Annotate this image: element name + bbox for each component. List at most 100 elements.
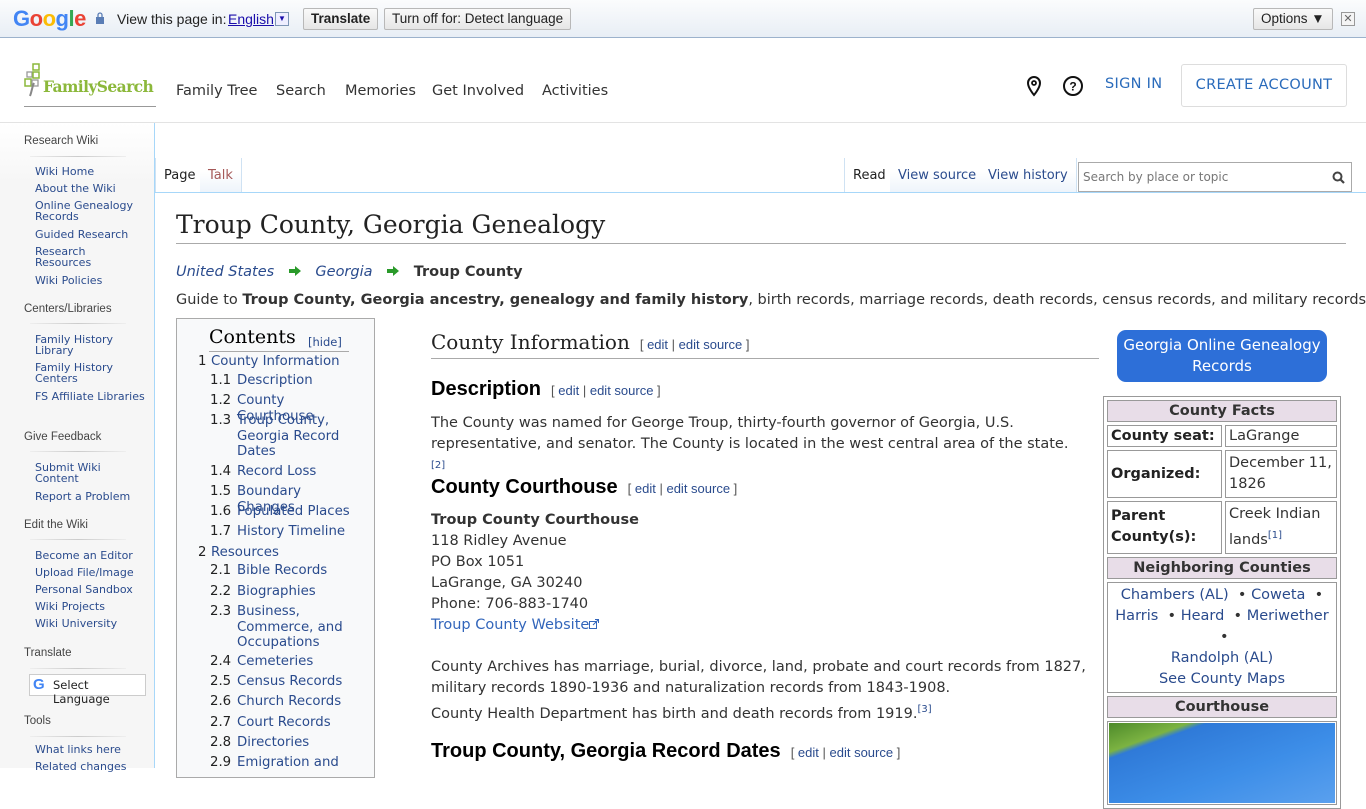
sidebar-item-online-records[interactable]: Online Genealogy Records bbox=[35, 200, 145, 222]
select-language-dropdown[interactable]: G Select Language bbox=[29, 674, 146, 706]
county-website-link[interactable]: Troup County Website bbox=[431, 617, 600, 633]
tab-talk[interactable]: Talk bbox=[200, 158, 242, 192]
courthouse-header: Courthouse bbox=[1107, 695, 1337, 718]
toc-item[interactable]: 1.3 Troup County, Georgia Record Dates bbox=[210, 413, 357, 460]
toc-item[interactable]: 2.2 Biographies bbox=[210, 584, 357, 600]
sidebar-item-become-editor[interactable]: Become an Editor bbox=[35, 550, 145, 561]
reference-link[interactable]: [2] bbox=[431, 460, 445, 471]
neighbor-link[interactable]: Harris bbox=[1115, 608, 1158, 624]
sidebar-item-wiki-policies[interactable]: Wiki Policies bbox=[35, 275, 145, 286]
toc-item[interactable]: 2.3 Business, Commerce, and Occupations bbox=[210, 604, 357, 651]
sidebar-item-upload-file[interactable]: Upload File/Image bbox=[35, 567, 145, 578]
sidebar-item-about-wiki[interactable]: About the Wiki bbox=[35, 183, 145, 194]
tab-view-source[interactable]: View source bbox=[890, 158, 986, 192]
translate-button[interactable]: Translate bbox=[303, 8, 379, 30]
sidebar-item-guided-research[interactable]: Guided Research bbox=[35, 229, 145, 240]
help-icon[interactable]: ? bbox=[1062, 75, 1084, 97]
edit-link[interactable]: edit bbox=[798, 745, 819, 760]
nav-family-tree[interactable]: Family Tree bbox=[176, 83, 257, 99]
edit-source-link[interactable]: edit source bbox=[679, 337, 743, 352]
sidebar-item-report-problem[interactable]: Report a Problem bbox=[35, 491, 145, 502]
toc-item[interactable]: 1 County Information bbox=[198, 354, 361, 370]
options-button[interactable]: Options ▼ bbox=[1253, 8, 1333, 30]
address-line: PO Box 1051 bbox=[431, 554, 525, 570]
sidebar-item-submit-content[interactable]: Submit Wiki Content bbox=[35, 462, 145, 484]
familysearch-logo[interactable]: FamilySearch bbox=[24, 63, 156, 107]
toc-item[interactable]: 1.1 Description bbox=[210, 373, 357, 389]
toc-item[interactable]: 2 Resources bbox=[198, 545, 361, 561]
edit-link[interactable]: edit bbox=[635, 481, 656, 496]
nav-activities[interactable]: Activities bbox=[542, 83, 608, 99]
language-dropdown-icon[interactable]: ▼ bbox=[275, 12, 289, 26]
sign-in-link[interactable]: SIGN IN bbox=[1105, 76, 1162, 92]
sidebar-item-what-links-here[interactable]: What links here bbox=[35, 744, 145, 755]
sidebar-item-affiliate-libraries[interactable]: FS Affiliate Libraries bbox=[35, 391, 145, 402]
tab-read[interactable]: Read bbox=[844, 158, 895, 192]
toc-item[interactable]: 1.6 Populated Places bbox=[210, 504, 357, 520]
intro-text: Guide to Troup County, Georgia ancestry,… bbox=[176, 292, 1366, 308]
sidebar-item-fh-library[interactable]: Family History Library bbox=[35, 334, 145, 356]
toc-item[interactable]: 1.4 Record Loss bbox=[210, 464, 357, 480]
sidebar-item-related-changes[interactable]: Related changes bbox=[35, 761, 145, 772]
turn-off-button[interactable]: Turn off for: Detect language bbox=[384, 8, 572, 30]
breadcrumb-georgia[interactable]: Georgia bbox=[315, 264, 372, 280]
edit-source-link[interactable]: edit source bbox=[590, 383, 654, 398]
toc-number: 1.7 bbox=[210, 524, 232, 539]
edit-link[interactable]: edit bbox=[558, 383, 579, 398]
breadcrumb-united-states[interactable]: United States bbox=[176, 264, 274, 280]
edit-source-link[interactable]: edit source bbox=[666, 481, 730, 496]
toc-item[interactable]: 2.9 Emigration and bbox=[210, 755, 357, 771]
sidebar-item-wiki-projects[interactable]: Wiki Projects bbox=[35, 601, 145, 612]
heading-text: Troup County, Georgia Record Dates bbox=[431, 740, 781, 762]
edit-link[interactable]: edit bbox=[647, 337, 668, 352]
see-county-maps-link[interactable]: See County Maps bbox=[1159, 671, 1285, 687]
divider bbox=[30, 736, 126, 737]
reference-link[interactable]: [1] bbox=[1268, 530, 1282, 541]
sidebar-item-research-resources[interactable]: Research Resources bbox=[35, 246, 145, 268]
parent-county-cell: Creek Indian lands[1] bbox=[1225, 501, 1337, 554]
neighbor-link[interactable]: Heard bbox=[1181, 608, 1225, 624]
toc-item[interactable]: 1.7 History Timeline bbox=[210, 524, 357, 540]
wiki-search-input[interactable]: Search by place or topic bbox=[1078, 162, 1352, 192]
description-text: The County was named for George Troup, t… bbox=[431, 415, 1069, 452]
neighbors-list: Chambers (AL) • Coweta • Harris • Heard … bbox=[1107, 581, 1337, 693]
toc-number: 1 bbox=[198, 354, 207, 369]
toc-number: 1.4 bbox=[210, 464, 232, 479]
neighbor-link[interactable]: Meriwether bbox=[1247, 608, 1329, 624]
sidebar-heading-translate: Translate bbox=[24, 647, 72, 659]
toc-item[interactable]: 2.1 Bible Records bbox=[210, 563, 357, 579]
toc-label: Court Records bbox=[237, 715, 331, 730]
georgia-online-records-button[interactable]: Georgia Online Genealogy Records bbox=[1117, 330, 1327, 382]
neighbor-link[interactable]: Coweta bbox=[1251, 587, 1305, 603]
nav-search[interactable]: Search bbox=[276, 83, 326, 99]
sidebar-item-wiki-university[interactable]: Wiki University bbox=[35, 618, 145, 629]
nav-memories[interactable]: Memories bbox=[345, 83, 416, 99]
language-link[interactable]: English bbox=[228, 11, 274, 27]
edit-source-link[interactable]: edit source bbox=[830, 745, 894, 760]
close-icon[interactable]: ✕ bbox=[1341, 12, 1355, 26]
location-pin-icon[interactable] bbox=[1023, 75, 1045, 97]
breadcrumb-current: Troup County bbox=[413, 264, 523, 280]
toc-label: County Information bbox=[211, 354, 340, 369]
neighbor-link[interactable]: Randolph (AL) bbox=[1171, 650, 1273, 666]
tab-page[interactable]: Page bbox=[155, 158, 205, 192]
sidebar-item-personal-sandbox[interactable]: Personal Sandbox bbox=[35, 584, 145, 595]
sidebar-item-fh-centers[interactable]: Family History Centers bbox=[35, 362, 145, 384]
archives-text: County Archives has marriage, burial, di… bbox=[431, 659, 1086, 675]
nav-get-involved[interactable]: Get Involved bbox=[432, 83, 524, 99]
toc-item[interactable]: 2.5 Census Records bbox=[210, 674, 357, 690]
search-icon[interactable] bbox=[1332, 171, 1345, 184]
toc-item[interactable]: 2.6 Church Records bbox=[210, 694, 357, 710]
courthouse-photo[interactable] bbox=[1109, 722, 1335, 803]
archives-paragraph: County Archives has marriage, burial, di… bbox=[431, 657, 1086, 725]
create-account-button[interactable]: CREATE ACCOUNT bbox=[1181, 64, 1347, 107]
reference-link[interactable]: [3] bbox=[917, 704, 931, 715]
toc-hide-link[interactable]: [hide] bbox=[308, 335, 342, 349]
toc-item[interactable]: 2.8 Directories bbox=[210, 735, 357, 751]
facts-header: County Facts bbox=[1107, 400, 1337, 422]
toc-item[interactable]: 2.7 Court Records bbox=[210, 715, 357, 731]
sidebar-item-wiki-home[interactable]: Wiki Home bbox=[35, 166, 145, 177]
neighbor-link[interactable]: Chambers (AL) bbox=[1121, 587, 1229, 603]
toc-item[interactable]: 2.4 Cemeteries bbox=[210, 654, 357, 670]
tab-view-history[interactable]: View history bbox=[980, 158, 1077, 192]
